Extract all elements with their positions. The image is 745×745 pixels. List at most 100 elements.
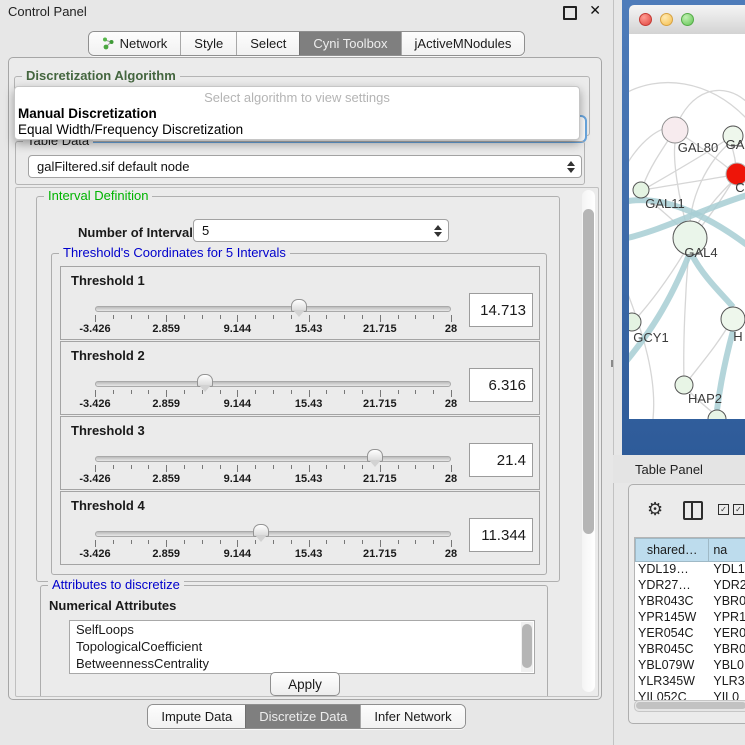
network-edge-thick[interactable] bbox=[629, 255, 689, 364]
network-node[interactable] bbox=[721, 307, 745, 331]
list-scrollbar[interactable] bbox=[521, 622, 533, 672]
table-cell[interactable]: YER054C bbox=[635, 626, 709, 642]
algorithm-option-manual[interactable]: Manual Discretization bbox=[18, 106, 157, 121]
slider-thumb[interactable] bbox=[367, 449, 383, 462]
table-cell[interactable]: YDR27… bbox=[635, 578, 709, 594]
numerical-attributes-list[interactable]: SelfLoopsTopologicalCoefficientBetweenne… bbox=[69, 620, 535, 674]
slider-thumb[interactable] bbox=[291, 299, 307, 312]
numerical-attributes-label: Numerical Attributes bbox=[49, 598, 176, 613]
interval-definition-group: Interval Definition Number of Intervals … bbox=[36, 196, 560, 582]
table-cell[interactable]: YBR0 bbox=[709, 594, 745, 610]
threshold-value-field[interactable]: 6.316 bbox=[469, 368, 533, 402]
close-window-icon[interactable] bbox=[639, 13, 652, 26]
tick-mark bbox=[202, 465, 203, 469]
column-header-shared-name[interactable]: shared… bbox=[635, 538, 709, 562]
table-cell[interactable]: YBL0 bbox=[709, 658, 745, 674]
checkbox-icon[interactable]: ✓ bbox=[733, 504, 744, 515]
number-of-intervals-combobox[interactable]: 5 bbox=[193, 219, 449, 242]
table-row[interactable]: YLR345WYLR3 bbox=[635, 674, 745, 690]
checkbox-icon[interactable]: ✓ bbox=[718, 504, 729, 515]
algorithm-option-equal-width[interactable]: Equal Width/Frequency Discretization bbox=[18, 122, 243, 137]
table-panel: ⚙ ✓ ✓ shared… na YDL19…YDL1YDR27…YDR2YBR… bbox=[628, 484, 745, 724]
table-row[interactable]: YBR043CYBR0 bbox=[635, 594, 745, 610]
table-cell[interactable]: YDL19… bbox=[635, 562, 709, 578]
tick-mark bbox=[255, 390, 256, 394]
attribute-item[interactable]: TopologicalCoefficient bbox=[70, 638, 534, 655]
table-data-combobox[interactable]: galFiltered.sif default node bbox=[28, 155, 582, 178]
table-row[interactable]: YDL19…YDL1 bbox=[635, 562, 745, 578]
tab-impute-data[interactable]: Impute Data bbox=[148, 705, 245, 728]
tick-mark bbox=[326, 315, 327, 319]
threshold-value-field[interactable]: 21.4 bbox=[469, 443, 533, 477]
settings-scrollbar[interactable] bbox=[582, 190, 595, 692]
tick-mark bbox=[237, 465, 238, 472]
tick-mark bbox=[131, 540, 132, 544]
tab-discretize-data[interactable]: Discretize Data bbox=[245, 705, 360, 728]
slider-tick-labels: -3.4262.8599.14415.4321.71528 bbox=[95, 473, 451, 485]
algorithm-dropdown-popup: Select algorithm to view settings Manual… bbox=[14, 86, 580, 140]
table-hscrollbar[interactable] bbox=[634, 700, 745, 712]
top-tab-group: Network Style Select Cyni Toolbox jActiv… bbox=[88, 31, 526, 56]
threshold-panel-3: Threshold 3 -3.4262.8599.14415.4321.7152… bbox=[60, 416, 540, 490]
apply-button[interactable]: Apply bbox=[270, 672, 340, 696]
tab-infer-network[interactable]: Infer Network bbox=[360, 705, 464, 728]
network-canvas[interactable]: GAL80GACGAL11GAL4GCY1HHAP2 bbox=[629, 34, 745, 419]
threshold-value-field[interactable]: 11.344 bbox=[469, 518, 533, 552]
column-header-name[interactable]: na bbox=[709, 538, 745, 562]
table-row[interactable]: YPR145WYPR1 bbox=[635, 610, 745, 626]
network-edge-thick[interactable] bbox=[692, 255, 733, 307]
split-columns-icon[interactable] bbox=[683, 501, 703, 520]
table-cell[interactable]: YPR145W bbox=[635, 610, 709, 626]
table-row[interactable]: YDR27…YDR2 bbox=[635, 578, 745, 594]
table-cell[interactable]: YBR043C bbox=[635, 594, 709, 610]
tab-impute-data-label: Impute Data bbox=[161, 709, 232, 724]
gear-icon[interactable]: ⚙ bbox=[647, 499, 663, 520]
threshold-value-field[interactable]: 14.713 bbox=[469, 293, 533, 327]
tick-mark bbox=[433, 540, 434, 544]
list-scrollbar-thumb[interactable] bbox=[522, 624, 532, 668]
attribute-item[interactable]: BetweennessCentrality bbox=[70, 655, 534, 672]
tick-mark bbox=[148, 540, 149, 544]
tab-cyni-toolbox[interactable]: Cyni Toolbox bbox=[299, 32, 400, 55]
table-row[interactable]: YER054CYER0 bbox=[635, 626, 745, 642]
slider-track[interactable] bbox=[95, 531, 451, 537]
network-edge[interactable] bbox=[629, 83, 745, 119]
table-cell[interactable]: YLR345W bbox=[635, 674, 709, 690]
slider-track[interactable] bbox=[95, 306, 451, 312]
table-cell[interactable]: YBR045C bbox=[635, 642, 709, 658]
zoom-window-icon[interactable] bbox=[681, 13, 694, 26]
network-window-titlebar[interactable] bbox=[629, 5, 745, 35]
table-cell[interactable]: YER0 bbox=[709, 626, 745, 642]
slider-thumb[interactable] bbox=[197, 374, 213, 387]
panel-splitter-handle[interactable] bbox=[611, 360, 617, 367]
table-row[interactable]: YBR045CYBR0 bbox=[635, 642, 745, 658]
tick-mark bbox=[131, 390, 132, 394]
table-row[interactable]: YBL079WYBL0 bbox=[635, 658, 745, 674]
table-cell[interactable]: YPR1 bbox=[709, 610, 745, 626]
tick-mark bbox=[433, 465, 434, 469]
tab-network[interactable]: Network bbox=[89, 32, 181, 55]
tick-label: 28 bbox=[445, 473, 457, 485]
table-cell[interactable]: YDL1 bbox=[709, 562, 745, 578]
slider-track[interactable] bbox=[95, 381, 451, 387]
table-rows: YDL19…YDL1YDR27…YDR2YBR043CYBR0YPR145WYP… bbox=[635, 562, 745, 701]
tick-mark bbox=[220, 390, 221, 394]
slider-track[interactable] bbox=[95, 456, 451, 462]
threshold-label: Threshold 1 bbox=[71, 273, 145, 288]
table-cell[interactable]: YBL079W bbox=[635, 658, 709, 674]
slider-thumb[interactable] bbox=[253, 524, 269, 537]
close-panel-icon[interactable]: ✕ bbox=[589, 2, 601, 19]
tab-jactivemnodules[interactable]: jActiveMNodules bbox=[401, 32, 525, 55]
attribute-item[interactable]: SelfLoops bbox=[70, 621, 534, 638]
minimize-window-icon[interactable] bbox=[660, 13, 673, 26]
tab-style[interactable]: Style bbox=[180, 32, 236, 55]
table-cell[interactable]: YLR3 bbox=[709, 674, 745, 690]
table-cell[interactable]: YDR2 bbox=[709, 578, 745, 594]
tick-mark bbox=[255, 315, 256, 319]
settings-scrollbar-thumb[interactable] bbox=[583, 209, 594, 534]
table-cell[interactable]: YBR0 bbox=[709, 642, 745, 658]
tick-mark bbox=[220, 465, 221, 469]
table-hscrollbar-thumb[interactable] bbox=[636, 702, 745, 709]
tab-select[interactable]: Select bbox=[236, 32, 299, 55]
float-panel-icon[interactable] bbox=[563, 6, 577, 20]
